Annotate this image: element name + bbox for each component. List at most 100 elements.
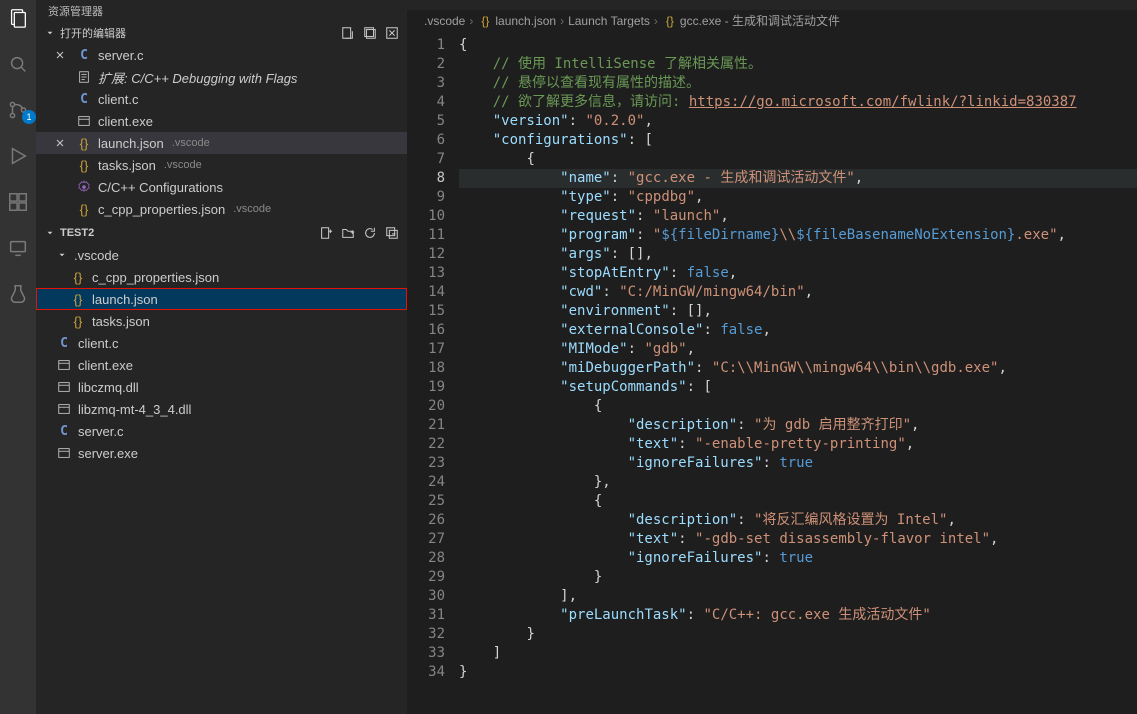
crumb-leaf[interactable]: gcc.exe - 生成和调试活动文件 bbox=[680, 12, 840, 29]
chevron-down-icon bbox=[44, 227, 56, 239]
sidebar: 资源管理器 打开的编辑器 Cserver.c 扩展: C/C++ Debuggin… bbox=[36, 0, 407, 714]
c-file-icon: C bbox=[56, 423, 72, 439]
collapse-all-icon[interactable] bbox=[385, 226, 399, 240]
explorer-icon[interactable] bbox=[6, 6, 30, 30]
binary-icon bbox=[56, 379, 72, 395]
open-editor-label: server.c bbox=[98, 48, 144, 63]
open-editor-label: c_cpp_properties.json bbox=[98, 202, 225, 217]
open-editor-path: .vscode bbox=[164, 159, 202, 171]
tree-file-label: libczmq.dll bbox=[78, 380, 139, 395]
tree-file-label: tasks.json bbox=[92, 314, 150, 329]
json-icon: {} bbox=[70, 313, 86, 329]
json-icon: {} bbox=[477, 13, 493, 29]
source-control-icon[interactable] bbox=[6, 98, 30, 122]
open-editor-path: .vscode bbox=[233, 203, 271, 215]
close-icon[interactable] bbox=[54, 137, 70, 149]
chevron-right-icon: › bbox=[467, 14, 475, 28]
sidebar-title-label: 资源管理器 bbox=[48, 3, 103, 19]
save-all-icon[interactable] bbox=[363, 26, 377, 40]
breadcrumbs[interactable]: .vscode › {} launch.json › Launch Target… bbox=[407, 10, 1137, 32]
tree-file-label: server.exe bbox=[78, 446, 138, 461]
code-content[interactable]: { // 使用 IntelliSense 了解相关属性。 // 悬停以查看现有属… bbox=[459, 32, 1137, 714]
editor-area: .vscode › {} launch.json › Launch Target… bbox=[407, 0, 1137, 714]
open-editor-label: launch.json bbox=[98, 136, 164, 151]
folder-header[interactable]: TEST2 bbox=[36, 222, 407, 244]
open-editor-item[interactable]: Cclient.c bbox=[36, 88, 407, 110]
c-file-icon: C bbox=[56, 335, 72, 351]
tree-folder-label: .vscode bbox=[74, 248, 119, 263]
tree-file[interactable]: {} c_cpp_properties.json bbox=[36, 266, 407, 288]
open-editor-item[interactable]: {} tasks.json .vscode bbox=[36, 154, 407, 176]
remote-icon[interactable] bbox=[6, 236, 30, 260]
binary-icon bbox=[76, 113, 92, 129]
gear-icon bbox=[76, 179, 92, 195]
c-file-icon: C bbox=[76, 47, 92, 63]
json-icon: {} bbox=[70, 269, 86, 285]
doc-icon bbox=[76, 69, 92, 85]
tree-folder-vscode[interactable]: .vscode bbox=[36, 244, 407, 266]
tree-file-label: launch.json bbox=[92, 292, 158, 307]
new-file-icon[interactable] bbox=[319, 226, 333, 240]
run-debug-icon[interactable] bbox=[6, 144, 30, 168]
json-icon: {} bbox=[76, 135, 92, 151]
tree-file[interactable]: {} launch.json bbox=[36, 288, 407, 310]
open-editor-item[interactable]: Cserver.c bbox=[36, 44, 407, 66]
open-editors-title: 打开的编辑器 bbox=[60, 25, 126, 41]
testing-icon[interactable] bbox=[6, 282, 30, 306]
json-icon: {} bbox=[76, 157, 92, 173]
activity-bar bbox=[0, 0, 36, 714]
crumb-file[interactable]: launch.json bbox=[495, 14, 556, 28]
open-editor-label: C/C++ Configurations bbox=[98, 180, 223, 195]
open-editors-toolbar bbox=[341, 26, 399, 40]
line-gutter: 1234567891011121314151617181920212223242… bbox=[407, 32, 459, 714]
tree-file[interactable]: client.exe bbox=[36, 354, 407, 376]
open-editor-item[interactable]: {} launch.json .vscode bbox=[36, 132, 407, 154]
json-icon: {} bbox=[662, 13, 678, 29]
open-editor-item[interactable]: C/C++ Configurations bbox=[36, 176, 407, 198]
json-icon: {} bbox=[70, 291, 86, 307]
tree-file[interactable]: {} tasks.json bbox=[36, 310, 407, 332]
close-all-icon[interactable] bbox=[385, 26, 399, 40]
json-icon: {} bbox=[76, 201, 92, 217]
chevron-right-icon: › bbox=[652, 14, 660, 28]
binary-icon bbox=[56, 445, 72, 461]
open-editor-item[interactable]: client.exe bbox=[36, 110, 407, 132]
tree-file-label: client.c bbox=[78, 336, 118, 351]
extensions-icon[interactable] bbox=[6, 190, 30, 214]
open-editor-label: tasks.json bbox=[98, 158, 156, 173]
tree-file[interactable]: Cclient.c bbox=[36, 332, 407, 354]
binary-icon bbox=[56, 401, 72, 417]
chevron-down-icon bbox=[56, 249, 68, 261]
chevron-down-icon bbox=[44, 27, 56, 39]
open-editor-label: client.exe bbox=[98, 114, 153, 129]
chevron-right-icon: › bbox=[558, 14, 566, 28]
tree-file[interactable]: libczmq.dll bbox=[36, 376, 407, 398]
tree-file-label: c_cpp_properties.json bbox=[92, 270, 219, 285]
open-editor-item[interactable]: {} c_cpp_properties.json .vscode bbox=[36, 198, 407, 220]
open-editor-label: client.c bbox=[98, 92, 138, 107]
close-icon[interactable] bbox=[54, 49, 70, 61]
search-icon[interactable] bbox=[6, 52, 30, 76]
refresh-icon[interactable] bbox=[363, 226, 377, 240]
explorer-tree: .vscode {} c_cpp_properties.json {} launch.… bbox=[36, 244, 407, 714]
tree-file-label: client.exe bbox=[78, 358, 133, 373]
code-editor[interactable]: 1234567891011121314151617181920212223242… bbox=[407, 32, 1137, 714]
open-editor-path: .vscode bbox=[172, 137, 210, 149]
new-folder-icon[interactable] bbox=[341, 226, 355, 240]
tree-file-label: libzmq-mt-4_3_4.dll bbox=[78, 402, 191, 417]
sidebar-title: 资源管理器 bbox=[36, 0, 407, 22]
tabs-bar[interactable] bbox=[407, 0, 1137, 10]
open-editor-item[interactable]: 扩展: C/C++ Debugging with Flags bbox=[36, 66, 407, 88]
crumb-folder[interactable]: .vscode bbox=[424, 14, 465, 28]
tree-file[interactable]: libzmq-mt-4_3_4.dll bbox=[36, 398, 407, 420]
new-untitled-icon[interactable] bbox=[341, 26, 355, 40]
folder-toolbar bbox=[319, 226, 399, 240]
crumb-section[interactable]: Launch Targets bbox=[568, 14, 650, 28]
c-file-icon: C bbox=[76, 91, 92, 107]
tree-file[interactable]: Cserver.c bbox=[36, 420, 407, 442]
open-editors-list: Cserver.c扩展: C/C++ Debugging with FlagsC… bbox=[36, 44, 407, 220]
tree-file[interactable]: server.exe bbox=[36, 442, 407, 464]
open-editor-label: 扩展: C/C++ Debugging with Flags bbox=[98, 68, 297, 87]
folder-title: TEST2 bbox=[60, 227, 94, 239]
open-editors-header[interactable]: 打开的编辑器 bbox=[36, 22, 407, 44]
